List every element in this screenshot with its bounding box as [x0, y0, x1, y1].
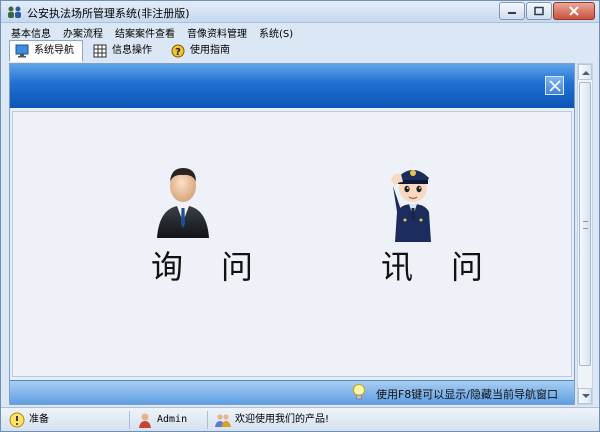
status-separator	[129, 411, 130, 429]
maximize-icon	[534, 6, 544, 16]
status-separator	[207, 411, 208, 429]
lightbulb-icon	[353, 384, 365, 400]
maximize-button[interactable]	[526, 2, 552, 20]
app-window: 公安执法场所管理系统(非注册版) 基本信息 办案流程 结案案件查看 音像资料管理…	[0, 0, 600, 432]
tab-info-operation[interactable]: 信息操作	[87, 40, 161, 61]
user-icon	[139, 413, 151, 428]
menu-basic-info[interactable]: 基本信息	[5, 23, 57, 40]
scroll-thumb[interactable]	[579, 82, 591, 366]
welcome-text: 欢迎使用我们的产品!	[235, 414, 330, 425]
scroll-down-button[interactable]	[578, 388, 592, 404]
menu-bar: 基本信息 办案流程 结案案件查看 音像资料管理 系统(S)	[1, 23, 599, 40]
tab-label: 使用指南	[190, 45, 230, 56]
info-icon	[9, 412, 25, 428]
users-group-icon	[215, 414, 231, 427]
help-icon: ?	[171, 44, 185, 58]
navigation-footer: 使用F8键可以显示/隐藏当前导航窗口	[10, 380, 574, 404]
app-logo-icon	[8, 6, 21, 18]
menu-case-process[interactable]: 办案流程	[57, 23, 109, 40]
menu-system[interactable]: 系统(S)	[253, 23, 299, 40]
status-bar: 准备 Admin 欢迎使用我们的产品!	[1, 407, 599, 431]
scroll-up-button[interactable]	[578, 64, 592, 80]
grid-icon	[93, 44, 107, 58]
navigation-header	[10, 64, 574, 108]
chevron-down-icon	[582, 394, 590, 398]
police-officer-icon	[391, 170, 431, 242]
navigation-panel: 询问 讯问 使用F8键可以显示/隐藏当前导航窗口	[9, 63, 575, 405]
window-title: 公安执法场所管理系统(非注册版)	[27, 7, 190, 20]
tab-label: 信息操作	[112, 45, 152, 56]
tab-user-guide[interactable]: ? 使用指南	[165, 40, 239, 61]
navigation-body: 询问 讯问	[12, 111, 572, 377]
status-ready: 准备	[9, 411, 49, 429]
vertical-scrollbar[interactable]	[577, 63, 593, 405]
monitor-icon	[15, 44, 29, 58]
inquiry-action[interactable]: 询问	[113, 158, 253, 288]
status-welcome: 欢迎使用我们的产品!	[215, 411, 329, 429]
menu-closed-cases[interactable]: 结案案件查看	[109, 23, 181, 40]
businessman-icon	[157, 168, 209, 238]
interrogation-label: 讯问	[381, 248, 522, 286]
menu-media-management[interactable]: 音像资料管理	[181, 23, 253, 40]
interrogation-action[interactable]: 讯问	[343, 158, 483, 288]
svg-text:?: ?	[175, 47, 181, 58]
scroll-grip	[583, 221, 588, 229]
tab-system-navigation[interactable]: 系统导航	[9, 40, 83, 62]
minimize-icon	[508, 12, 516, 14]
tab-label: 系统导航	[34, 45, 74, 56]
close-navigation-button[interactable]	[545, 76, 564, 95]
navigation-hint: 使用F8键可以显示/隐藏当前导航窗口	[375, 388, 558, 401]
inquiry-label: 询问	[151, 248, 292, 286]
close-button[interactable]	[553, 2, 595, 20]
chevron-up-icon	[582, 71, 590, 75]
status-user: Admin	[137, 411, 187, 429]
close-icon	[569, 6, 579, 16]
close-icon	[549, 80, 561, 92]
minimize-button[interactable]	[499, 2, 525, 20]
tab-bar: 系统导航 信息操作 ? 使用指南	[1, 40, 599, 62]
title-bar: 公安执法场所管理系统(非注册版)	[1, 1, 599, 23]
